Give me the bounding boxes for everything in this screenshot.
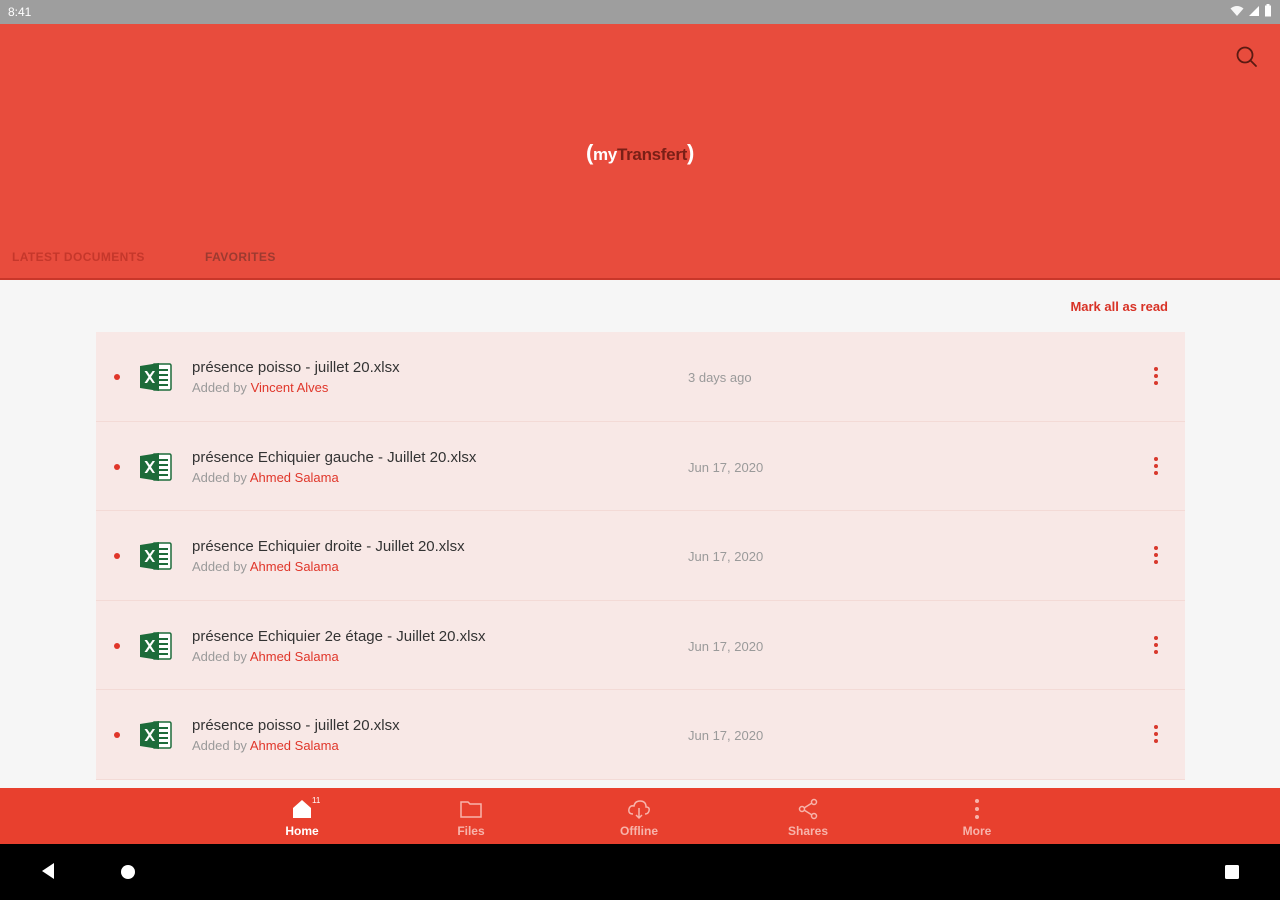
app-logo: (myTransfert)	[585, 140, 695, 165]
unread-dot	[114, 732, 120, 738]
more-vertical-icon	[965, 797, 989, 821]
signal-icon	[1248, 5, 1260, 20]
file-name: présence Echiquier droite - Juillet 20.x…	[192, 538, 465, 555]
unread-dot	[114, 374, 120, 380]
divider	[0, 278, 1280, 280]
home-icon	[290, 797, 314, 821]
system-icons	[1230, 4, 1272, 20]
file-name: présence Echiquier gauche - Juillet 20.x…	[192, 448, 477, 466]
file-name: présence poisso - juillet 20.xlsx	[192, 359, 400, 376]
more-options-icon[interactable]	[1148, 544, 1164, 568]
more-options-icon[interactable]	[1148, 634, 1164, 658]
excel-file-icon	[139, 629, 173, 663]
more-options-icon[interactable]	[1148, 723, 1164, 747]
nav-more[interactable]: More	[907, 788, 1047, 844]
tab-favorites[interactable]: FAVORITES	[205, 246, 276, 280]
logo-my: my	[592, 145, 617, 164]
author-name: Ahmed Salama	[249, 648, 339, 664]
file-date: 3 days ago	[688, 370, 752, 385]
status-time: 8:41	[8, 5, 32, 19]
recents-icon[interactable]	[1224, 864, 1240, 885]
excel-file-icon	[139, 718, 173, 752]
nav-label: Home	[285, 824, 319, 838]
cloud-download-icon	[627, 797, 651, 821]
back-icon[interactable]	[40, 862, 56, 885]
nav-label: Files	[457, 824, 485, 838]
excel-file-icon	[139, 539, 173, 573]
home-badge: 11	[312, 796, 321, 805]
list-item[interactable]: présence poisso - juillet 20.xlsx Added …	[96, 332, 1185, 422]
home-circle-icon[interactable]	[120, 864, 136, 885]
added-by: Added by Ahmed Salama	[192, 648, 339, 664]
folder-icon	[459, 797, 483, 821]
nav-home[interactable]: 11 Home	[232, 788, 372, 844]
nav-files[interactable]: Files	[401, 788, 541, 844]
file-date: Jun 17, 2020	[688, 638, 764, 654]
file-date: Jun 17, 2020	[688, 549, 764, 564]
unread-dot	[114, 553, 120, 559]
battery-icon	[1264, 4, 1272, 20]
mark-all-read-button[interactable]: Mark all as read	[1070, 299, 1168, 314]
status-bar: 8:41	[0, 0, 1280, 24]
list-item[interactable]: présence poisso - juillet 20.xlsx Added …	[96, 690, 1185, 780]
system-navigation-bar	[0, 844, 1280, 900]
author-name: Ahmed Salama	[249, 559, 339, 574]
added-by: Added by Ahmed Salama	[192, 559, 339, 574]
nav-offline[interactable]: Offline	[569, 788, 709, 844]
author-name: Ahmed Salama	[249, 469, 339, 485]
more-options-icon[interactable]	[1148, 455, 1164, 479]
author-name: Ahmed Salama	[249, 738, 339, 753]
logo-transfert: Transfert	[616, 145, 688, 164]
author-name: Vincent Alves	[250, 380, 329, 395]
file-name: présence Echiquier 2e étage - Juillet 20…	[192, 627, 486, 645]
file-name: présence poisso - juillet 20.xlsx	[192, 717, 400, 734]
added-by: Added by Ahmed Salama	[192, 469, 339, 485]
excel-file-icon	[139, 450, 173, 484]
list-item[interactable]: présence Echiquier gauche - Juillet 20.x…	[96, 421, 1185, 511]
list-item[interactable]: présence Echiquier droite - Juillet 20.x…	[96, 511, 1185, 601]
tab-bar: LATEST DOCUMENTS FAVORITES	[0, 246, 1280, 280]
nav-label: Offline	[620, 824, 658, 838]
nav-label: More	[962, 824, 992, 838]
bottom-navigation: 11 Home Files Offline Shares More	[0, 788, 1280, 844]
file-date: Jun 17, 2020	[688, 728, 764, 743]
share-icon	[796, 797, 820, 821]
list-item[interactable]: présence Echiquier 2e étage - Juillet 20…	[96, 600, 1185, 690]
nav-label: Shares	[787, 824, 829, 838]
unread-dot	[114, 463, 120, 470]
added-by: Added by Ahmed Salama	[192, 738, 339, 753]
file-date: Jun 17, 2020	[688, 459, 764, 475]
app-header: (myTransfert) LATEST DOCUMENTS FAVORITES	[0, 24, 1280, 280]
document-list: présence poisso - juillet 20.xlsx Added …	[96, 332, 1185, 788]
wifi-icon	[1230, 5, 1244, 20]
tab-latest-documents[interactable]: LATEST DOCUMENTS	[0, 246, 162, 280]
unread-dot	[114, 642, 120, 649]
excel-file-icon	[139, 360, 173, 394]
more-options-icon[interactable]	[1148, 365, 1164, 389]
search-icon[interactable]	[1234, 44, 1260, 70]
nav-shares[interactable]: Shares	[738, 788, 878, 844]
added-by: Added by Vincent Alves	[192, 380, 329, 395]
